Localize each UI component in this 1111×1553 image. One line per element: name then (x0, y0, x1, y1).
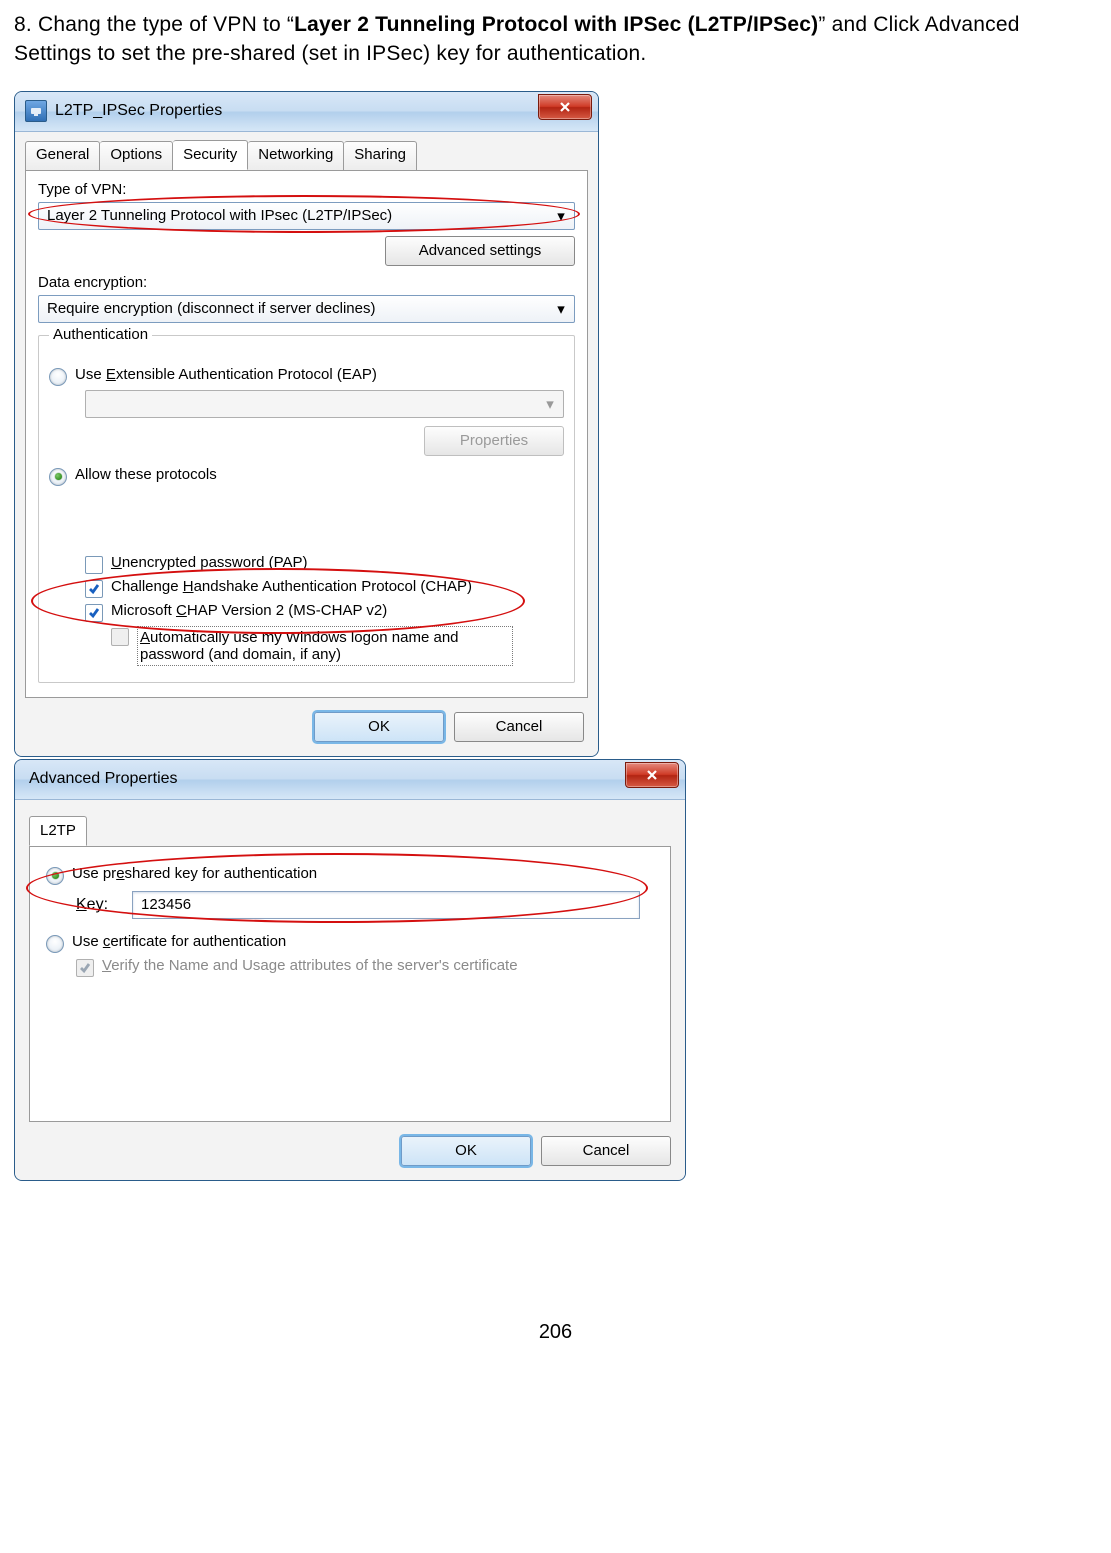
authentication-group: Authentication Use Extensible Authentica… (38, 335, 575, 683)
radio-icon (49, 468, 67, 486)
l2tp-tab-panel: Use preshared key for authentication Key… (29, 846, 671, 1122)
allow-protocols-label: Allow these protocols (75, 466, 217, 483)
type-of-vpn-label: Type of VPN: (38, 181, 575, 198)
autologon-label: Automatically use my Windows logon name … (137, 626, 513, 666)
verify-cert-checkbox-row: Verify the Name and Usage attributes of … (46, 957, 654, 977)
advanced-properties-dialog: Advanced Properties L2TP Use preshared k… (14, 759, 686, 1181)
dialog-footer: OK Cancel (15, 702, 598, 750)
pap-label: Unencrypted password (PAP) (111, 554, 307, 571)
close-button[interactable] (625, 762, 679, 788)
connection-icon (25, 100, 47, 122)
close-icon (645, 768, 659, 782)
mschap-checkbox-row[interactable]: Microsoft CHAP Version 2 (MS-CHAP v2) (85, 602, 564, 622)
close-icon (558, 100, 572, 114)
titlebar[interactable]: Advanced Properties (15, 760, 685, 800)
cancel-button[interactable]: Cancel (541, 1136, 671, 1166)
type-of-vpn-combo[interactable]: Layer 2 Tunneling Protocol with IPsec (L… (38, 202, 575, 230)
properties-dialog: L2TP_IPSec Properties General Options Se… (14, 91, 599, 757)
properties-button: Properties (424, 426, 564, 456)
pap-checkbox-row[interactable]: Unencrypted password (PAP) (85, 554, 564, 574)
eap-radio-row[interactable]: Use Extensible Authentication Protocol (… (49, 366, 564, 386)
key-value: 123456 (141, 896, 191, 913)
instruction-text: 8. Chang the type of VPN to “Layer 2 Tun… (14, 10, 1097, 69)
preshared-key-label: Use preshared key for authentication (72, 865, 317, 882)
certificate-label: Use certificate for authentication (72, 933, 286, 950)
mschap-label: Microsoft CHAP Version 2 (MS-CHAP v2) (111, 602, 387, 619)
allow-protocols-radio-row[interactable]: Allow these protocols (49, 466, 564, 486)
authentication-legend: Authentication (49, 326, 152, 343)
tab-general[interactable]: General (25, 141, 100, 171)
tabstrip: L2TP (15, 800, 685, 846)
key-label: Key: (76, 896, 126, 914)
titlebar[interactable]: L2TP_IPSec Properties (15, 92, 598, 132)
autologon-checkbox-row[interactable]: Automatically use my Windows logon name … (85, 626, 564, 666)
dropdown-arrow-icon: ▾ (552, 207, 570, 225)
checkbox-icon (85, 604, 103, 622)
data-encryption-combo[interactable]: Require encryption (disconnect if server… (38, 295, 575, 323)
dialog-title: Advanced Properties (29, 770, 178, 788)
radio-icon (46, 935, 64, 953)
checkbox-icon (85, 580, 103, 598)
advanced-settings-button[interactable]: Advanced settings (385, 236, 575, 266)
data-encryption-value: Require encryption (disconnect if server… (47, 300, 375, 317)
eap-label: Use Extensible Authentication Protocol (… (75, 366, 377, 383)
eap-method-combo: ▾ (85, 390, 564, 418)
security-tab-panel: Type of VPN: Layer 2 Tunneling Protocol … (25, 170, 588, 698)
preshared-key-radio-row[interactable]: Use preshared key for authentication (46, 865, 654, 885)
certificate-radio-row[interactable]: Use certificate for authentication (46, 933, 654, 953)
page-number: 206 (14, 1321, 1097, 1344)
tab-options[interactable]: Options (100, 141, 173, 171)
chap-checkbox-row[interactable]: Challenge Handshake Authentication Proto… (85, 578, 564, 598)
tab-networking[interactable]: Networking (248, 141, 344, 171)
key-input[interactable]: 123456 (132, 891, 640, 919)
tab-sharing[interactable]: Sharing (344, 141, 417, 171)
type-of-vpn-value: Layer 2 Tunneling Protocol with IPsec (L… (47, 207, 392, 224)
close-button[interactable] (538, 94, 592, 120)
cancel-button[interactable]: Cancel (454, 712, 584, 742)
radio-icon (49, 368, 67, 386)
dropdown-arrow-icon: ▾ (552, 300, 570, 318)
ok-button[interactable]: OK (401, 1136, 531, 1166)
tab-security[interactable]: Security (173, 140, 248, 170)
checkbox-icon (76, 959, 94, 977)
dialog-footer: OK Cancel (15, 1126, 685, 1174)
tabstrip: General Options Security Networking Shar… (15, 132, 598, 170)
dialog-title: L2TP_IPSec Properties (55, 102, 222, 120)
dropdown-arrow-icon: ▾ (541, 395, 559, 413)
chap-label: Challenge Handshake Authentication Proto… (111, 578, 472, 595)
tab-l2tp[interactable]: L2TP (29, 816, 87, 846)
verify-cert-label: Verify the Name and Usage attributes of … (102, 957, 518, 974)
checkbox-icon (85, 556, 103, 574)
checkbox-icon (111, 628, 129, 646)
radio-icon (46, 867, 64, 885)
ok-button[interactable]: OK (314, 712, 444, 742)
data-encryption-label: Data encryption: (38, 274, 575, 291)
instruction-prefix: 8. Chang the type of VPN to “ (14, 13, 294, 36)
instruction-bold: Layer 2 Tunneling Protocol with IPSec (L… (294, 13, 818, 36)
